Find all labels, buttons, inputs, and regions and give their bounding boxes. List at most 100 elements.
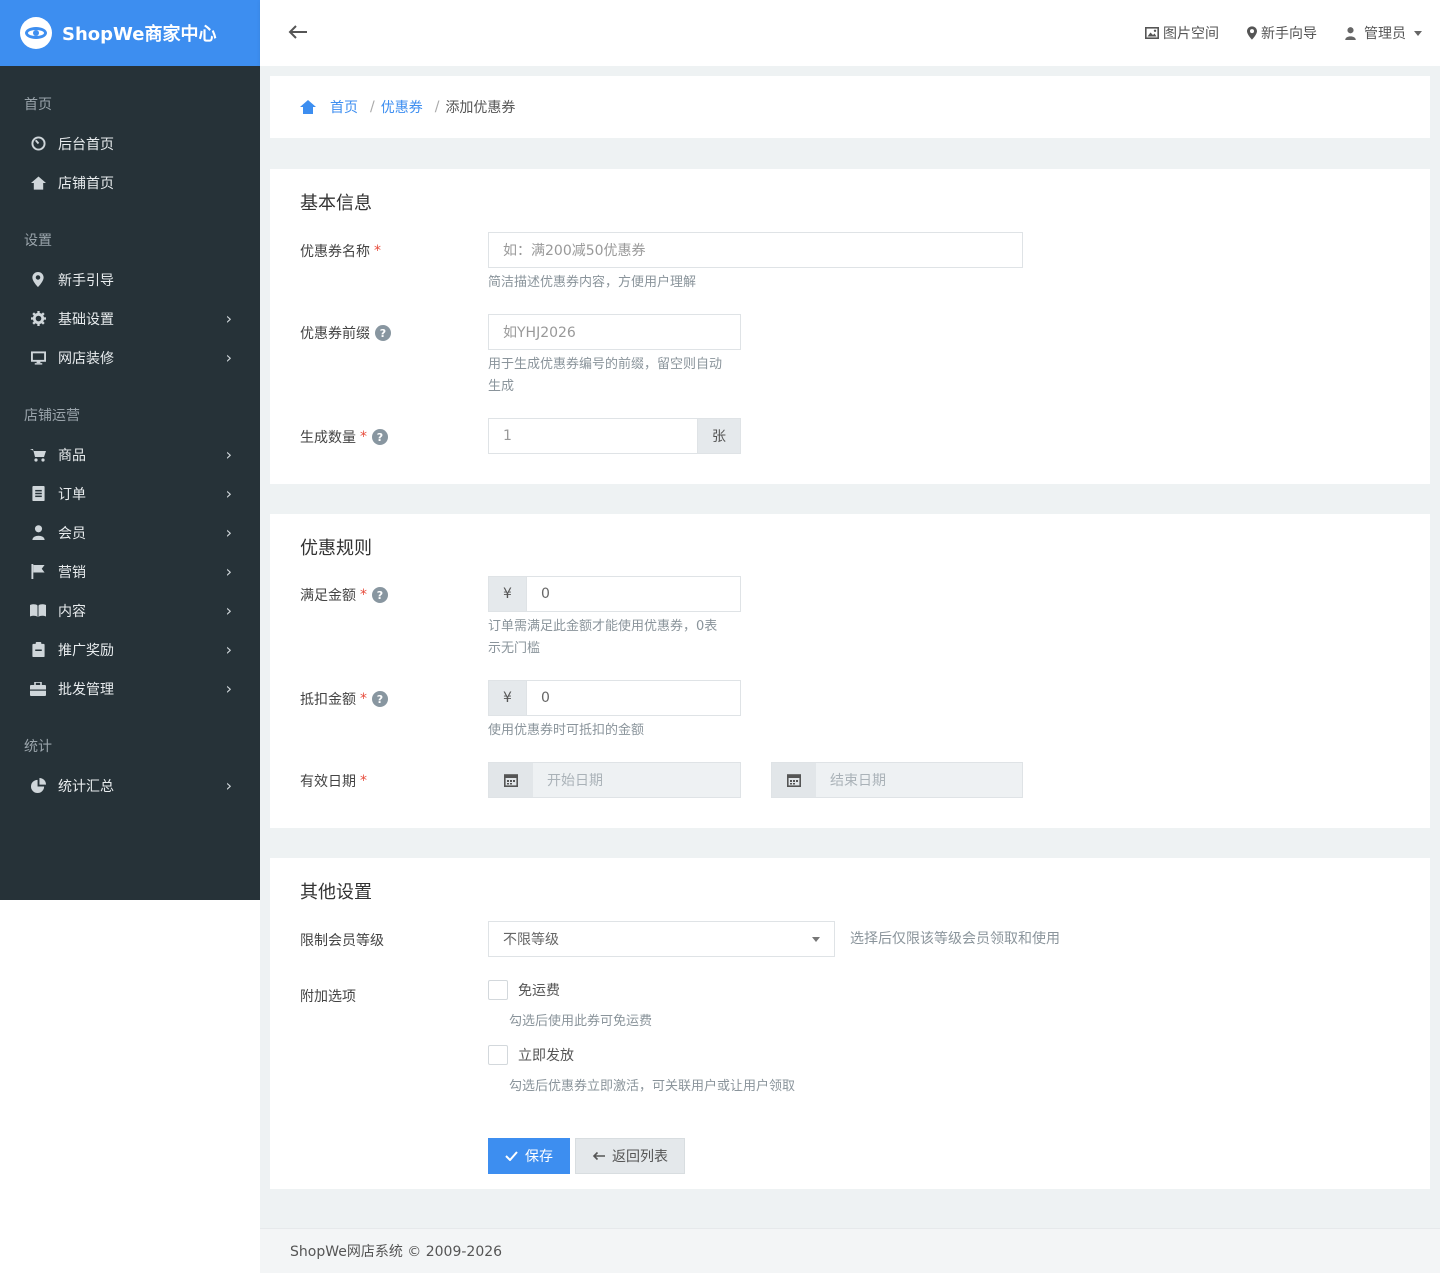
- sidebar-item-label: 后台首页: [58, 136, 114, 153]
- save-button[interactable]: 保存: [488, 1138, 570, 1174]
- min-amount-help: 订单需满足此金额才能使用优惠券，0表 示无门槛: [488, 616, 717, 660]
- breadcrumb-separator: /: [370, 99, 375, 115]
- back-arrow-icon[interactable]: [288, 21, 308, 46]
- sidebar-item-products[interactable]: 商品 ›: [0, 435, 260, 474]
- copyright-text: ShopWe网店系统 © 2009-2026: [290, 1244, 503, 1260]
- nav-section-home: 首页: [24, 97, 52, 113]
- other-settings-card: 其他设置 限制会员等级 不限等级 选择后仅限该等级会员领取和使用 附加选项 免运…: [270, 858, 1430, 1189]
- deduct-amount-label: 抵扣金额 *?: [300, 689, 388, 709]
- checkbox-box[interactable]: [488, 980, 508, 1000]
- count-unit-addon: 张: [697, 418, 741, 454]
- coupon-name-help: 简洁描述优惠券内容，方便用户理解: [488, 275, 697, 290]
- question-icon[interactable]: ?: [375, 325, 391, 341]
- member-level-value: 不限等级: [503, 932, 559, 948]
- admin-menu[interactable]: 管理员: [1345, 23, 1422, 43]
- calendar-icon: [772, 763, 816, 797]
- sidebar-item-marketing[interactable]: 营销 ›: [0, 552, 260, 591]
- image-space-link[interactable]: 图片空间: [1145, 23, 1219, 43]
- required-mark: *: [374, 243, 381, 259]
- label-text: 满足金额: [300, 588, 356, 604]
- back-to-list-button[interactable]: 返回列表: [575, 1138, 685, 1174]
- end-date-placeholder: 结束日期: [830, 773, 886, 789]
- user-icon: [1345, 26, 1356, 40]
- chevron-right-icon: ›: [225, 523, 232, 542]
- chevron-right-icon: ›: [225, 562, 232, 581]
- question-icon[interactable]: ?: [372, 429, 388, 445]
- sidebar-item-label: 店铺首页: [58, 175, 114, 192]
- help-line: 示无门槛: [488, 641, 541, 656]
- issue-now-checkbox[interactable]: 立即发放: [488, 1045, 574, 1065]
- coupon-prefix-input[interactable]: 如YHJ2026: [488, 314, 741, 350]
- chevron-right-icon: ›: [225, 640, 232, 659]
- map-marker-icon: [1247, 26, 1257, 40]
- generate-count-input[interactable]: 1: [488, 418, 698, 454]
- sidebar-item-orders[interactable]: 订单 ›: [0, 474, 260, 513]
- help-line: 生成: [488, 379, 515, 394]
- sidebar-item-label: 会员: [58, 525, 86, 542]
- sidebar-item-dashboard[interactable]: 后台首页: [0, 124, 260, 163]
- generate-count-label: 生成数量 *?: [300, 427, 388, 447]
- sidebar-item-stats-summary[interactable]: 统计汇总 ›: [0, 766, 260, 805]
- breadcrumb-coupons[interactable]: 优惠券: [381, 97, 423, 117]
- sidebar-item-wholesale[interactable]: 批发管理 ›: [0, 669, 260, 708]
- pie-chart-icon: [30, 778, 46, 794]
- member-level-label: 限制会员等级: [300, 933, 384, 949]
- sidebar-item-decoration[interactable]: 网店装修 ›: [0, 338, 260, 377]
- arrow-left-icon: [592, 1151, 606, 1161]
- required-mark: *: [360, 691, 367, 707]
- chevron-down-icon: [812, 937, 820, 942]
- guide-link[interactable]: 新手向导: [1247, 23, 1317, 43]
- caret-down-icon: [1414, 30, 1422, 36]
- chevron-right-icon: ›: [225, 445, 232, 464]
- header-links: 图片空间 新手向导 管理员: [1117, 23, 1440, 43]
- home-icon[interactable]: [300, 100, 316, 114]
- user-icon: [30, 525, 46, 541]
- sidebar: ShopWe商家中心 首页 后台首页 店铺首页 设置 新手引导 基础设置 › 网…: [0, 0, 260, 900]
- help-line: 订单需满足此金额才能使用优惠券，0表: [488, 619, 718, 634]
- start-date-placeholder: 开始日期: [547, 773, 603, 789]
- home-icon: [30, 175, 46, 191]
- label-text: 有效日期: [300, 774, 356, 790]
- checkbox-box[interactable]: [488, 1045, 508, 1065]
- top-header: 图片空间 新手向导 管理员: [260, 0, 1440, 66]
- breadcrumb-home[interactable]: 首页: [330, 97, 358, 117]
- question-icon[interactable]: ?: [372, 691, 388, 707]
- sidebar-item-guide[interactable]: 新手引导: [0, 260, 260, 299]
- sidebar-item-store-home[interactable]: 店铺首页: [0, 163, 260, 202]
- required-mark: *: [360, 429, 367, 445]
- deduct-amount-input[interactable]: 0: [526, 680, 741, 716]
- sidebar-item-members[interactable]: 会员 ›: [0, 513, 260, 552]
- question-icon[interactable]: ?: [372, 587, 388, 603]
- chevron-right-icon: ›: [225, 776, 232, 795]
- footer: ShopWe网店系统 © 2009-2026: [260, 1228, 1440, 1273]
- section-title: 优惠规则: [300, 538, 372, 559]
- sidebar-item-promotion[interactable]: 推广奖励 ›: [0, 630, 260, 669]
- coupon-name-label: 优惠券名称 *: [300, 241, 381, 261]
- check-icon: [505, 1151, 518, 1161]
- calendar-icon: [489, 763, 533, 797]
- coupon-prefix-label: 优惠券前缀?: [300, 323, 391, 343]
- sidebar-item-label: 商品: [58, 447, 86, 464]
- sidebar-item-label: 统计汇总: [58, 778, 114, 795]
- brand[interactable]: ShopWe商家中心: [0, 0, 260, 66]
- sidebar-item-content[interactable]: 内容 ›: [0, 591, 260, 630]
- chevron-right-icon: ›: [225, 484, 232, 503]
- deduct-amount-help: 使用优惠券时可抵扣的金额: [488, 723, 645, 738]
- end-date-input[interactable]: 结束日期: [771, 762, 1023, 798]
- label-text: 生成数量: [300, 430, 356, 446]
- start-date-input[interactable]: 开始日期: [488, 762, 741, 798]
- issue-now-help: 勾选后优惠券立即激活，可关联用户或让用户领取: [509, 1079, 796, 1094]
- checkbox-label: 立即发放: [518, 1048, 574, 1064]
- chevron-right-icon: ›: [225, 601, 232, 620]
- main-content: 首页 / 优惠券 / 添加优惠券 基本信息 优惠券名称 * 如：满200减50优惠…: [260, 66, 1440, 1273]
- save-label: 保存: [525, 1149, 553, 1165]
- sidebar-item-label: 推广奖励: [58, 642, 114, 659]
- sidebar-item-label: 新手引导: [58, 272, 114, 289]
- free-shipping-checkbox[interactable]: 免运费: [488, 980, 560, 1000]
- sidebar-item-label: 批发管理: [58, 681, 114, 698]
- min-amount-input[interactable]: 0: [526, 576, 741, 612]
- sidebar-item-basic-settings[interactable]: 基础设置 ›: [0, 299, 260, 338]
- coupon-name-input[interactable]: 如：满200减50优惠券: [488, 232, 1023, 268]
- member-level-select[interactable]: 不限等级: [488, 921, 835, 957]
- document-icon: [30, 486, 46, 502]
